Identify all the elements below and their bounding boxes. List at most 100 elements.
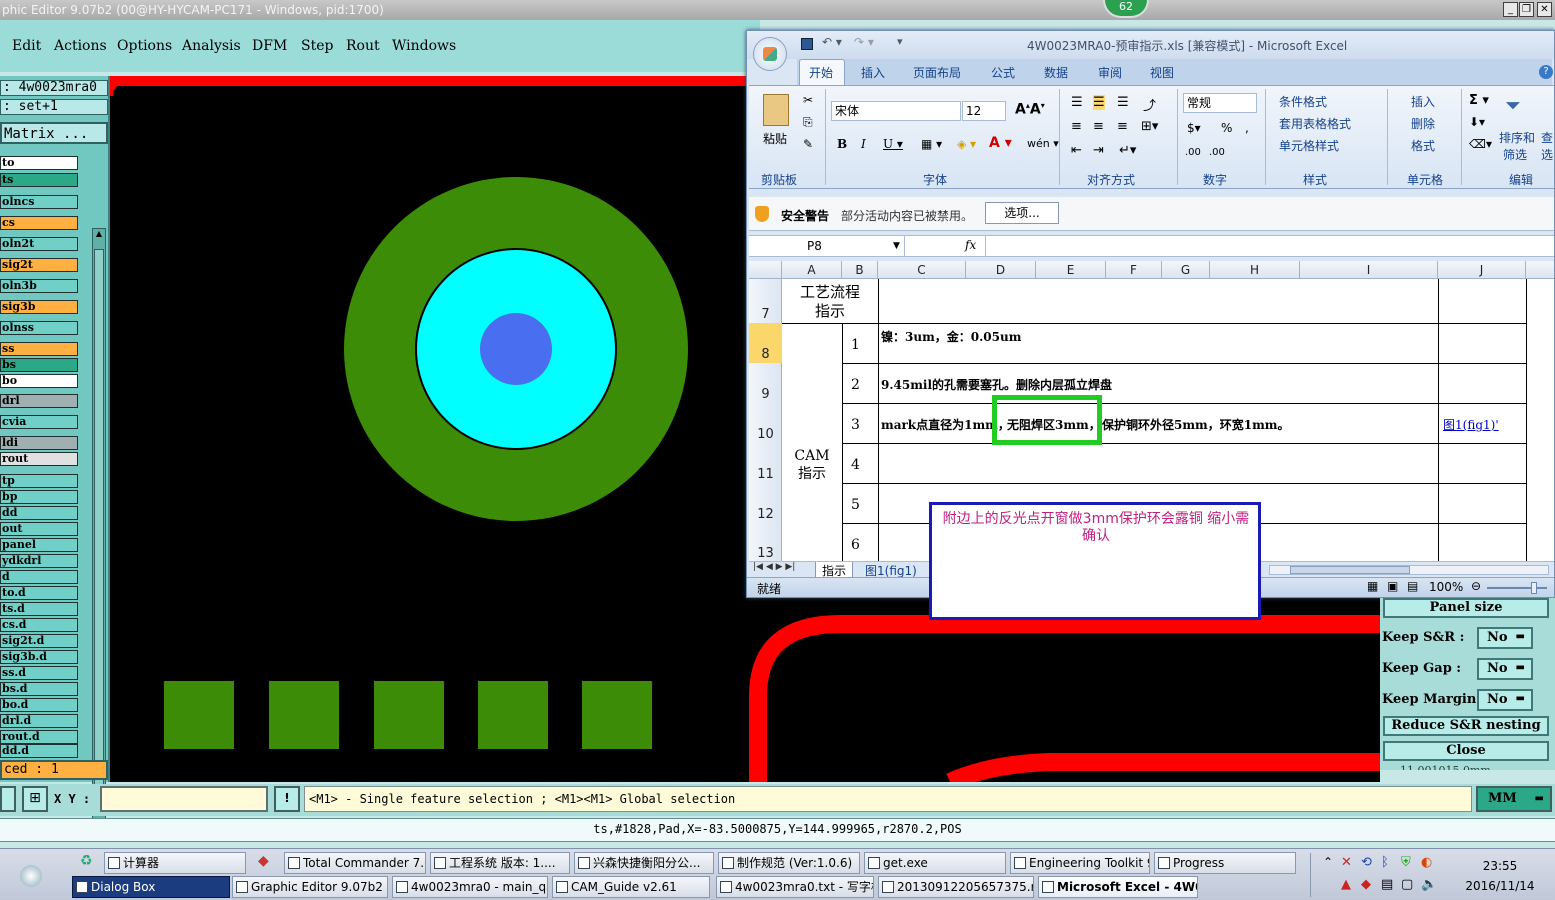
layer-item[interactable]: tp (0, 474, 78, 488)
find-select-button-line2[interactable]: 选 (1541, 146, 1553, 163)
tab-formulas[interactable]: 公式 (991, 64, 1015, 81)
layer-item[interactable]: ts (0, 173, 78, 187)
view-page-layout-icon[interactable]: ▣ (1387, 579, 1398, 593)
zoom-level[interactable]: 100% (1429, 580, 1463, 594)
insert-cells-button[interactable]: 插入 (1411, 93, 1435, 110)
autosum-icon[interactable]: Σ ▾ (1469, 93, 1489, 108)
sheet-nav-icon[interactable]: |◀ ◀ ▶ ▶| (753, 562, 795, 572)
qat-customize-icon[interactable]: ▾ (897, 35, 903, 48)
help-icon[interactable]: ? (1539, 65, 1553, 79)
tray-x-icon[interactable]: ✕ (1341, 855, 1352, 870)
find-select-button[interactable]: 查 (1541, 129, 1553, 146)
task-progress[interactable]: Progress (1154, 852, 1296, 874)
tab-review[interactable]: 审阅 (1098, 64, 1122, 81)
tray-app-icon[interactable]: ◐ (1421, 855, 1432, 870)
currency-icon[interactable]: $▾ (1187, 121, 1201, 135)
layer-item[interactable]: olncs (0, 195, 78, 209)
row-header-11[interactable]: 11 (749, 467, 782, 482)
menu-options[interactable]: Options (117, 38, 172, 54)
tray-red-icon-2[interactable]: ◆ (1361, 877, 1371, 892)
merge-center-icon[interactable]: ⊞▾ (1141, 119, 1158, 134)
col-header-j[interactable]: J (1438, 261, 1526, 279)
layer-item[interactable]: ldi (0, 436, 78, 450)
sort-filter-button-line2[interactable]: 筛选 (1503, 146, 1527, 163)
alert-icon[interactable]: ! (274, 786, 300, 812)
view-page-break-icon[interactable]: ▤ (1407, 579, 1418, 593)
cell-b13[interactable]: 6 (851, 537, 860, 553)
tray-window-icon[interactable]: ▢ (1401, 877, 1413, 892)
menu-actions[interactable]: Actions (54, 38, 107, 54)
col-header-h[interactable]: H (1210, 261, 1300, 279)
italic-icon[interactable]: I (861, 137, 866, 151)
task-excel[interactable]: Microsoft Excel - 4W0... (1038, 876, 1198, 898)
cell-j10-link[interactable]: 图1(fig1)' (1443, 416, 1499, 433)
paste-icon[interactable] (763, 94, 789, 126)
format-cells-button[interactable]: 格式 (1411, 137, 1435, 154)
layer-item[interactable]: sig2t.d (0, 634, 78, 648)
number-format-select[interactable]: 常规 (1183, 93, 1257, 113)
clock-date[interactable]: 2016/11/14 (1460, 879, 1540, 893)
start-button[interactable] (20, 865, 42, 887)
clear-icon[interactable]: ⌫▾ (1469, 137, 1492, 151)
cell-a7[interactable]: 工艺流程 指示 (782, 283, 878, 321)
sort-filter-button[interactable]: 排序和 (1499, 129, 1535, 146)
copy-icon[interactable]: ⎘ (803, 115, 813, 130)
cell-c10-part1[interactable]: mark点直径为1mm， (881, 416, 1010, 433)
col-header-e[interactable]: E (1036, 261, 1106, 279)
cell-b10[interactable]: 3 (851, 417, 860, 433)
snap-icon[interactable] (0, 786, 16, 812)
cut-icon[interactable]: ✂ (803, 93, 813, 107)
layer-item[interactable]: sig3b (0, 300, 78, 314)
row-header-9[interactable]: 9 (749, 387, 782, 402)
font-name-select[interactable]: 宋体 (831, 101, 961, 121)
restore-icon[interactable]: ❐ (1519, 2, 1534, 17)
tab-view[interactable]: 视图 (1150, 64, 1174, 81)
task-wordpad[interactable]: 4w0023mra0.txt - 写字板 (716, 876, 874, 898)
tray-shield-icon[interactable]: ⛨ (1401, 855, 1411, 870)
format-painter-icon[interactable]: ✎ (803, 137, 813, 151)
increase-indent-icon[interactable]: ⇥ (1093, 143, 1104, 158)
cell-c8[interactable]: 镍：3um，金：0.05um (881, 328, 1021, 345)
font-color-icon[interactable]: A ▾ (989, 135, 1012, 151)
undo-icon[interactable]: ↶ ▾ (822, 35, 842, 49)
phonetic-icon[interactable]: wén ▾ (1027, 137, 1059, 150)
tab-data[interactable]: 数据 (1044, 64, 1068, 81)
keep-sr-select[interactable]: No ▬ (1477, 627, 1533, 649)
col-header-f[interactable]: F (1106, 261, 1162, 279)
wrap-text-icon[interactable]: ↵▾ (1119, 143, 1136, 158)
comment-popup[interactable]: 附边上的反光点开窗做3mm保护环会露铜 缩小需确认 (929, 502, 1261, 620)
col-header-g[interactable]: G (1162, 261, 1210, 279)
layer-item[interactable]: oln2t (0, 237, 78, 251)
task-total-commander[interactable]: Total Commander 7.0... (284, 852, 426, 874)
keep-gap-select[interactable]: No ▬ (1477, 658, 1533, 680)
tab-home[interactable]: 开始 (809, 64, 833, 81)
layer-item[interactable]: panel (0, 538, 78, 552)
layer-item[interactable]: bo.d (0, 698, 78, 712)
volume-icon[interactable]: 🔈 (1421, 877, 1437, 892)
cell-styles-button[interactable]: 单元格样式 (1279, 137, 1339, 154)
tray-arrow-icon[interactable]: ⌃ (1323, 855, 1333, 869)
paste-button[interactable]: 粘贴 (763, 130, 787, 147)
layer-item[interactable]: ss (0, 342, 78, 356)
border-icon[interactable]: ▦ ▾ (921, 137, 942, 151)
decrease-decimal-icon[interactable]: .00 (1209, 147, 1225, 158)
save-icon[interactable] (801, 38, 813, 50)
align-right-icon[interactable]: ≡ (1117, 119, 1128, 134)
quicklaunch-icon[interactable]: ♻ (80, 853, 93, 869)
align-top-icon[interactable]: ☰ (1071, 95, 1083, 110)
layer-item[interactable]: bs.d (0, 682, 78, 696)
task-cam-guide[interactable]: CAM_Guide v2.61 (552, 876, 710, 898)
layer-item[interactable]: bp (0, 490, 78, 504)
layer-item[interactable]: ydkdrl (0, 554, 78, 568)
grid-icon[interactable]: ⊞ (22, 786, 48, 812)
layer-item[interactable]: out (0, 522, 78, 536)
bold-icon[interactable]: B (837, 137, 847, 151)
delete-cells-button[interactable]: 删除 (1411, 115, 1435, 132)
menu-rout[interactable]: Rout (346, 38, 380, 54)
tab-page-layout[interactable]: 页面布局 (913, 64, 961, 81)
layer-item[interactable]: drl (0, 394, 78, 408)
percent-icon[interactable]: % (1221, 121, 1232, 135)
col-header-b[interactable]: B (842, 261, 878, 279)
underline-icon[interactable]: U ▾ (883, 137, 903, 151)
menu-step[interactable]: Step (301, 38, 333, 54)
